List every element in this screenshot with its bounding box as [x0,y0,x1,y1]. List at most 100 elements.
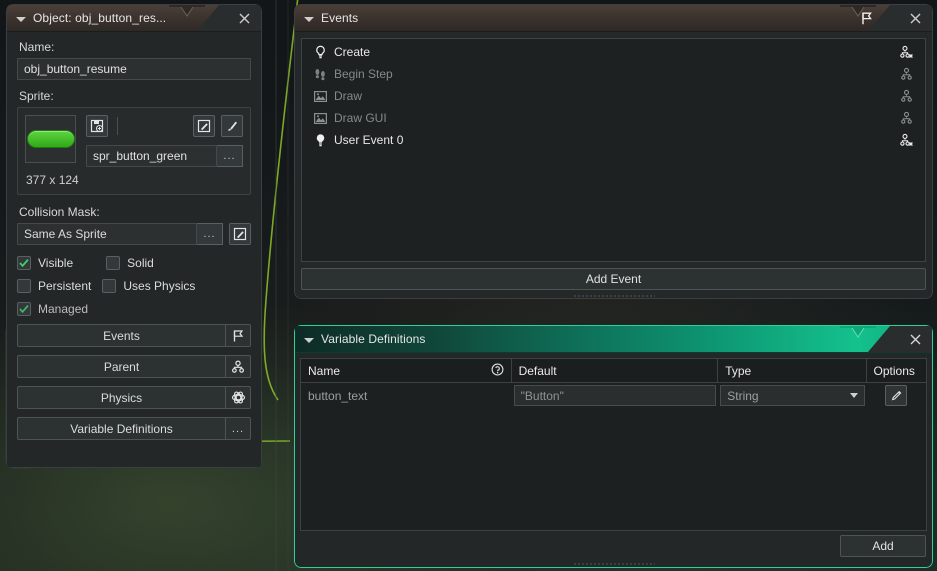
titlebar-notch [840,326,876,338]
override-icon[interactable] [895,45,917,60]
checkbox-solid-label: Solid [127,256,154,270]
panel-resize-grip[interactable] [572,562,655,565]
parent-button-label: Parent [17,355,226,378]
variable-definitions-button-label: Variable Definitions [17,417,226,440]
checkbox-visible-label: Visible [38,256,74,270]
ellipsis-icon[interactable]: ... [226,417,251,440]
events-panel-title: Events [321,11,359,25]
close-icon[interactable] [898,5,932,31]
collision-mask-input[interactable]: Same As Sprite [17,223,197,245]
column-header-type: Type [718,359,867,382]
flag-icon[interactable] [859,11,874,26]
sprite-menu-button[interactable]: ... [217,145,243,167]
checkbox-persistent-box[interactable] [17,279,31,293]
event-row-create[interactable]: Create [302,41,925,63]
panel-resize-grip[interactable] [572,294,655,297]
parent-button[interactable]: Parent [17,355,251,378]
checkbox-uses-physics[interactable]: Uses Physics [102,279,195,293]
event-row-user-event-0[interactable]: User Event 0 [302,129,925,151]
table-header-row: Name Default Type Options [301,359,926,383]
inherit-icon[interactable] [895,67,917,82]
checkbox-persistent-label: Persistent [38,279,92,293]
variable-type-cell: String [718,383,866,408]
variable-definitions-button[interactable]: Variable Definitions ... [17,417,251,440]
add-variable-button[interactable]: Add [840,535,926,557]
event-label: Draw [334,89,363,103]
events-list[interactable]: Create Begin Step Draw Draw GUI User Eve… [301,38,926,262]
event-row-draw-gui[interactable]: Draw GUI [302,107,925,129]
variable-definitions-panel: Variable Definitions Name Default Type O… [294,325,933,568]
checkbox-visible-box[interactable] [17,256,31,270]
override-icon[interactable] [895,133,917,148]
physics-button-label: Physics [17,386,226,409]
event-row-draw[interactable]: Draw [302,85,925,107]
edit-mask-icon[interactable] [229,223,251,245]
column-header-name: Name [301,359,512,382]
pencil-edit-icon[interactable] [885,385,908,406]
variable-default-input[interactable]: "Button" [513,385,717,406]
sprite-name-input[interactable]: spr_button_green [86,145,217,167]
events-panel-titlebar[interactable]: Events [295,5,932,32]
toolbar-divider [117,117,118,135]
checkbox-uses-physics-label: Uses Physics [123,279,196,293]
paint-brush-icon[interactable] [221,115,243,137]
checkbox-visible[interactable]: Visible [17,256,73,270]
variable-name-cell[interactable]: button_text [301,383,512,408]
variable-type-dropdown[interactable]: String [720,385,865,406]
physics-button[interactable]: Physics [17,386,251,409]
checkbox-managed-label: Managed [38,302,89,316]
close-icon[interactable] [227,5,261,31]
checkbox-managed[interactable]: Managed [17,302,88,316]
picture-icon [310,111,330,126]
checkbox-persistent[interactable]: Persistent [17,279,91,293]
events-button[interactable]: Events [17,324,251,347]
sprite-name-row: spr_button_green ... [86,145,243,167]
footsteps-icon [310,67,330,82]
collapse-triangle-icon[interactable] [304,16,314,22]
collapse-triangle-icon[interactable] [304,337,314,343]
event-row-begin-step[interactable]: Begin Step [302,63,925,85]
object-name-input[interactable]: obj_button_resume [17,58,251,80]
close-icon[interactable] [898,326,932,352]
collision-mask-menu-button[interactable]: ... [197,223,223,245]
parent-tree-icon[interactable] [226,355,251,378]
lightbulb-filled-icon [310,133,330,148]
events-panel-body: Create Begin Step Draw Draw GUI User Eve… [295,32,932,298]
event-label: Begin Step [334,67,393,81]
variable-default-cell: "Button" [512,383,719,408]
variable-options-cell [867,383,926,408]
physics-atom-icon[interactable] [226,386,251,409]
event-label: User Event 0 [334,133,404,147]
lightbulb-outline-icon [310,45,330,60]
edit-sprite-icon[interactable] [193,115,215,137]
event-label: Draw GUI [334,111,387,125]
sprite-section: spr_button_green ... 377 x 124 [17,107,251,195]
name-label: Name: [19,40,55,54]
variables-table: Name Default Type Options button_text "B… [300,358,927,531]
events-button-label: Events [17,324,226,347]
inherit-icon[interactable] [895,89,917,104]
collision-mask-label: Collision Mask: [19,205,100,219]
object-panel-titlebar[interactable]: Object: obj_button_res... [7,5,261,32]
help-circle-icon[interactable] [491,363,504,379]
add-event-button[interactable]: Add Event [301,268,926,290]
object-flags-group: Visible Solid Persistent Uses Physics Ma… [17,256,251,316]
checkbox-uses-physics-box[interactable] [102,279,117,293]
sprite-thumbnail-image [26,130,75,148]
flag-icon[interactable] [226,324,251,347]
checkbox-solid[interactable]: Solid [106,256,154,270]
sprite-preview[interactable] [25,115,76,163]
column-header-options: Options [873,363,915,378]
sprite-label: Sprite: [19,89,54,103]
events-panel: Events Create Begin Step Draw Draw GUI U… [294,4,933,299]
table-row[interactable]: button_text "Button" String [301,383,926,408]
new-sprite-icon[interactable] [86,115,108,137]
checkbox-managed-box[interactable] [17,302,31,316]
column-header-default: Default [512,359,719,382]
inherit-icon[interactable] [895,111,917,126]
checkbox-solid-box[interactable] [106,256,121,270]
variable-definitions-titlebar[interactable]: Variable Definitions [295,326,932,353]
chevron-down-icon[interactable] [849,393,858,398]
variable-type-value: String [727,388,759,403]
collapse-triangle-icon[interactable] [16,16,26,22]
